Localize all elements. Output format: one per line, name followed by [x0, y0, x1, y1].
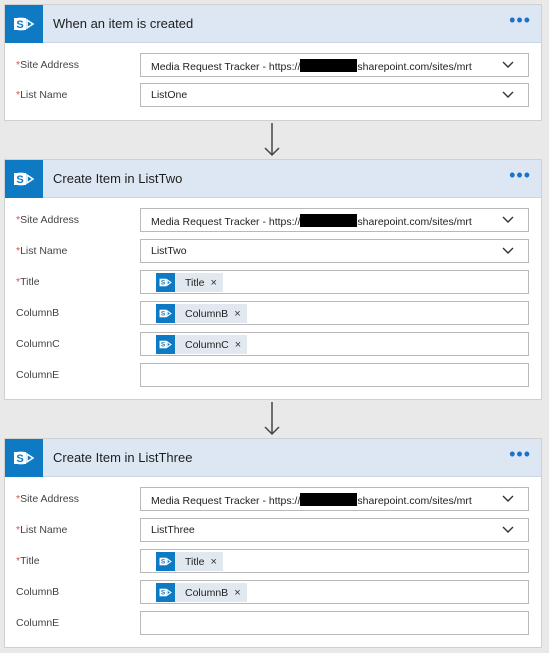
dynamic-content-token[interactable]: S Title × — [156, 273, 223, 292]
chevron-down-icon[interactable] — [502, 90, 514, 100]
svg-text:S: S — [16, 174, 23, 186]
dynamic-content-token[interactable]: S ColumnC × — [156, 335, 248, 354]
arrow-down-icon — [264, 123, 280, 157]
card-title: When an item is created — [53, 16, 194, 31]
chevron-down-icon[interactable] — [502, 246, 514, 256]
list-name-value: ListThree — [151, 524, 195, 536]
token-label: Title — [185, 555, 205, 568]
token-label: ColumnC — [185, 338, 229, 351]
site-address-dropdown[interactable]: Media Request Tracker - https://sharepoi… — [140, 53, 529, 77]
title-row: *Title S Title × — [5, 549, 541, 573]
columne-field[interactable] — [140, 363, 529, 387]
remove-token-icon[interactable]: × — [234, 587, 240, 599]
remove-token-icon[interactable]: × — [210, 556, 216, 568]
svg-text:S: S — [161, 342, 166, 349]
list-name-dropdown[interactable]: ListOne — [140, 83, 529, 107]
token-label: Title — [185, 276, 205, 289]
list-name-label: *List Name — [16, 89, 68, 101]
chevron-down-icon[interactable] — [502, 525, 514, 535]
site-address-value: Media Request Tracker - https://sharepoi… — [151, 59, 472, 73]
columnb-label: ColumnB — [16, 586, 60, 598]
columnb-row: ColumnB S ColumnB × — [5, 301, 541, 325]
columnb-field[interactable]: S ColumnB × — [140, 301, 529, 325]
columnc-row: ColumnC S ColumnC × — [5, 332, 541, 356]
token-label: ColumnB — [185, 586, 229, 599]
sharepoint-icon: S — [156, 335, 175, 354]
svg-text:S: S — [161, 559, 166, 566]
action-card-listtwo: S Create Item in ListTwo ••• *Site Addre… — [4, 159, 542, 400]
site-address-row: *Site Address Media Request Tracker - ht… — [5, 487, 541, 511]
title-field[interactable]: S Title × — [140, 549, 529, 573]
columnb-label: ColumnB — [16, 307, 60, 319]
site-address-value: Media Request Tracker - https://sharepoi… — [151, 493, 472, 507]
more-options-icon[interactable]: ••• — [509, 166, 531, 184]
sharepoint-icon: S — [156, 552, 175, 571]
card-title: Create Item in ListThree — [53, 450, 193, 465]
list-name-label: *List Name — [16, 524, 68, 536]
columnc-field[interactable]: S ColumnC × — [140, 332, 529, 356]
chevron-down-icon[interactable] — [502, 60, 514, 70]
title-field[interactable]: S Title × — [140, 270, 529, 294]
columne-row: ColumnE — [5, 611, 541, 635]
svg-text:S: S — [161, 280, 166, 287]
columnb-field[interactable]: S ColumnB × — [140, 580, 529, 604]
remove-token-icon[interactable]: × — [210, 277, 216, 289]
chevron-down-icon[interactable] — [502, 494, 514, 504]
svg-text:S: S — [161, 311, 166, 318]
dynamic-content-token[interactable]: S Title × — [156, 552, 223, 571]
columne-label: ColumnE — [16, 369, 60, 381]
redacted-block — [300, 214, 358, 227]
more-options-icon[interactable]: ••• — [509, 11, 531, 29]
title-row: *Title S Title × — [5, 270, 541, 294]
list-name-dropdown[interactable]: ListThree — [140, 518, 529, 542]
chevron-down-icon[interactable] — [502, 215, 514, 225]
list-name-value: ListTwo — [151, 245, 187, 257]
title-label: *Title — [16, 276, 40, 288]
dynamic-content-token[interactable]: S ColumnB × — [156, 583, 247, 602]
sharepoint-icon: S — [5, 5, 43, 43]
sharepoint-icon: S — [156, 273, 175, 292]
site-address-row: *Site Address Media Request Tracker - ht… — [5, 208, 541, 232]
columne-field[interactable] — [140, 611, 529, 635]
trigger-card: S When an item is created ••• *Site Addr… — [4, 4, 542, 121]
sharepoint-icon: S — [156, 583, 175, 602]
card-header[interactable]: S When an item is created ••• — [5, 5, 541, 43]
list-name-row: *List Name ListTwo — [5, 239, 541, 263]
token-label: ColumnB — [185, 307, 229, 320]
columnb-row: ColumnB S ColumnB × — [5, 580, 541, 604]
arrow-down-icon — [264, 402, 280, 436]
list-name-label: *List Name — [16, 245, 68, 257]
site-address-dropdown[interactable]: Media Request Tracker - https://sharepoi… — [140, 208, 529, 232]
more-options-icon[interactable]: ••• — [509, 445, 531, 463]
columne-label: ColumnE — [16, 617, 60, 629]
title-label: *Title — [16, 555, 40, 567]
sharepoint-icon: S — [156, 304, 175, 323]
remove-token-icon[interactable]: × — [234, 308, 240, 320]
redacted-block — [300, 59, 358, 72]
site-address-value: Media Request Tracker - https://sharepoi… — [151, 214, 472, 228]
svg-text:S: S — [16, 19, 23, 31]
site-address-label: *Site Address — [16, 214, 80, 226]
remove-token-icon[interactable]: × — [235, 339, 241, 351]
svg-text:S: S — [16, 453, 23, 465]
card-header[interactable]: S Create Item in ListThree ••• — [5, 439, 541, 477]
site-address-label: *Site Address — [16, 493, 80, 505]
sharepoint-icon: S — [5, 160, 43, 198]
site-address-dropdown[interactable]: Media Request Tracker - https://sharepoi… — [140, 487, 529, 511]
card-header[interactable]: S Create Item in ListTwo ••• — [5, 160, 541, 198]
site-address-label: *Site Address — [16, 59, 80, 71]
columne-row: ColumnE — [5, 363, 541, 387]
columnc-label: ColumnC — [16, 338, 60, 350]
list-name-row: *List Name ListOne — [5, 83, 541, 107]
action-card-listthree: S Create Item in ListThree ••• *Site Add… — [4, 438, 542, 648]
list-name-dropdown[interactable]: ListTwo — [140, 239, 529, 263]
list-name-value: ListOne — [151, 89, 188, 101]
list-name-row: *List Name ListThree — [5, 518, 541, 542]
card-title: Create Item in ListTwo — [53, 171, 183, 186]
site-address-row: *Site Address Media Request Tracker - ht… — [5, 53, 541, 77]
redacted-block — [300, 493, 358, 506]
dynamic-content-token[interactable]: S ColumnB × — [156, 304, 247, 323]
svg-text:S: S — [161, 590, 166, 597]
sharepoint-icon: S — [5, 439, 43, 477]
